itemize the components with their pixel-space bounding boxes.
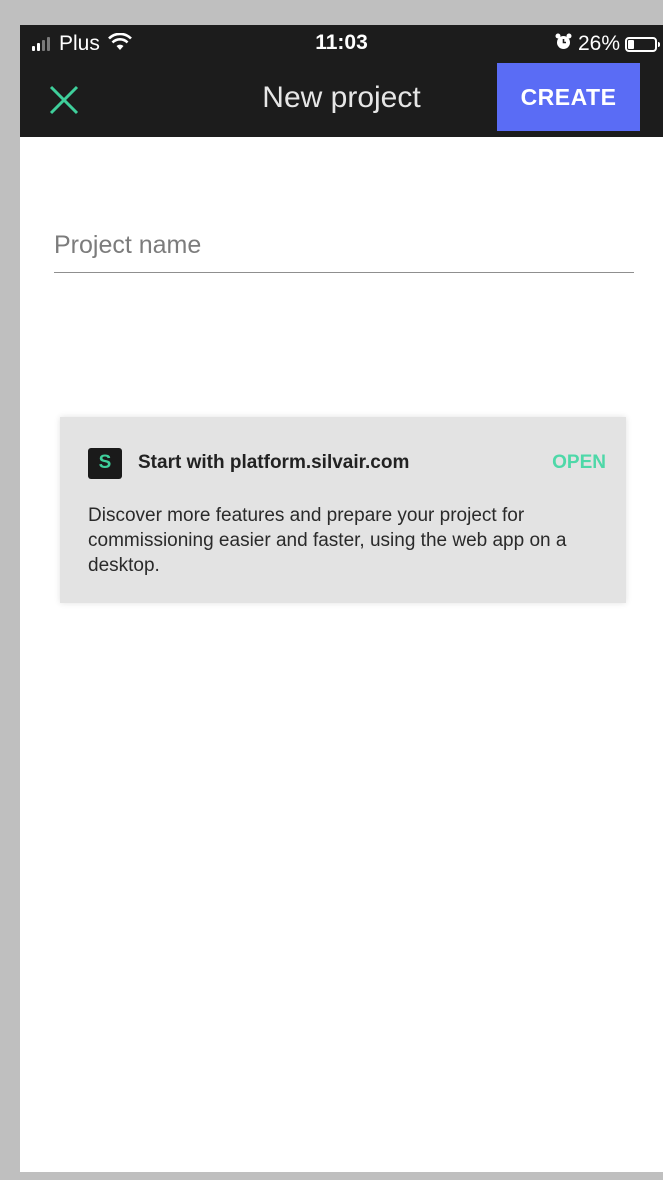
status-bar: Plus 11:03 26%	[20, 25, 663, 63]
navigation-bar: New project CREATE	[20, 63, 663, 137]
open-button[interactable]: OPEN	[552, 452, 606, 474]
project-name-input[interactable]	[54, 222, 634, 268]
status-right: 26%	[555, 31, 660, 57]
battery-percent: 26%	[577, 32, 620, 55]
battery-icon	[625, 36, 660, 52]
project-name-field[interactable]	[54, 222, 634, 273]
silvair-logo: S	[88, 447, 122, 479]
create-button[interactable]: CREATE	[497, 63, 640, 131]
battery-level	[628, 39, 634, 49]
platform-promo-card: S Start with platform.silvair.com OPEN D…	[60, 417, 626, 603]
app-screen: Plus 11:03 26% New project CREATE Projec…	[20, 25, 663, 1172]
card-header: S Start with platform.silvair.com OPEN	[88, 447, 606, 479]
card-description: Discover more features and prepare your …	[88, 505, 567, 576]
card-title: Start with platform.silvair.com	[138, 452, 410, 473]
alarm-icon	[555, 32, 572, 56]
